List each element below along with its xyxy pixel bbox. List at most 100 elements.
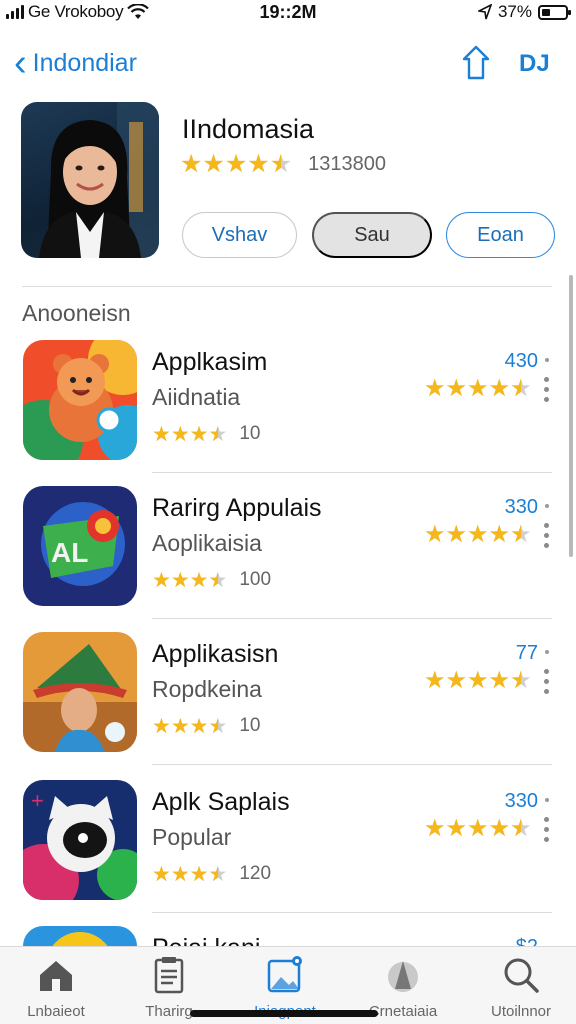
list-item[interactable]: AL Rarirg Appulais Aoplikaisia ★★★★★★★★ …: [0, 486, 576, 633]
svg-text:AL: AL: [51, 537, 88, 568]
star-icon: ★★: [269, 150, 293, 178]
star-icon: ★★: [170, 862, 190, 886]
more-icon[interactable]: [544, 523, 549, 548]
more-icon[interactable]: [544, 817, 549, 842]
star-icon: ★★: [189, 422, 209, 446]
back-button[interactable]: ‹ Indondiar: [14, 44, 137, 82]
star-icon: ★★: [170, 568, 190, 592]
tab-home[interactable]: Lnbaieot: [1, 955, 111, 1020]
row-divider: [152, 618, 552, 619]
divider: [22, 286, 552, 287]
rating-stars: ★★★★★★★★: [152, 570, 227, 591]
star-icon: ★★: [247, 150, 270, 178]
row-divider: [152, 764, 552, 765]
app-rating: ★★★★★★★★★★ 1313800: [180, 152, 386, 177]
battery-percent: 37%: [497, 2, 532, 21]
list-item[interactable]: Applkasim Aiidnatia ★★★★★★★★ 10 430 ★★★★…: [0, 340, 576, 487]
rating-stars: ★★★★★★★★: [152, 424, 227, 445]
star-icon: ★★: [467, 521, 489, 548]
list-item[interactable]: Applikasisn Ropdkeina ★★★★★★★★ 10 77 ★★★…: [0, 632, 576, 779]
app-price[interactable]: 430: [505, 350, 538, 373]
star-icon: ★★: [510, 667, 532, 694]
nav-action-button[interactable]: DJ: [519, 50, 550, 78]
star-icon: ★★: [208, 862, 228, 886]
rating-stars: ★★★★★★★★★★: [180, 152, 292, 177]
star-icon: ★★: [510, 375, 532, 402]
star-icon: ★★: [189, 862, 209, 886]
star-icon: ★★: [208, 714, 228, 738]
woman-portrait-icon: [23, 632, 137, 752]
star-icon: ★★: [488, 667, 511, 694]
row-divider: [152, 912, 552, 913]
home-indicator[interactable]: [190, 1010, 378, 1017]
share-button[interactable]: [458, 44, 494, 82]
star-icon: ★★: [152, 714, 171, 738]
star-icon: ★★: [152, 422, 171, 446]
header-button-2[interactable]: Sau: [312, 212, 432, 258]
back-label: Indondiar: [32, 48, 137, 77]
featured-app-image: [21, 102, 159, 258]
rating-count: 100: [239, 569, 272, 590]
rating-stars: ★★★★★★★★: [152, 716, 227, 737]
price-dot: [545, 358, 549, 362]
star-icon: ★★: [180, 150, 203, 178]
battery-fill: [542, 8, 551, 16]
star-icon: ★★: [424, 521, 446, 548]
star-icon: ★★: [189, 568, 209, 592]
star-icon: ★★: [424, 667, 446, 694]
star-icon: ★★: [467, 815, 489, 842]
app-title: IIndomasia: [182, 114, 315, 144]
star-icon: ★★: [170, 714, 190, 738]
home-icon: [36, 955, 76, 995]
share-icon: [462, 45, 490, 80]
star-icon: ★★: [445, 815, 468, 842]
rating-count: 10: [239, 423, 261, 444]
star-icon: ★★: [510, 521, 532, 548]
status-bar: Ge Vrokoboy 19::2M 37%: [0, 0, 576, 26]
star-icon: ★★: [170, 422, 190, 446]
app-rating: ★★★★★★★★ 120: [152, 863, 271, 885]
app-rating: ★★★★★★★★ 100: [152, 569, 271, 591]
star-icon: ★★: [488, 521, 511, 548]
rating-count: 1313800: [308, 153, 386, 175]
star-icon: ★★: [488, 375, 511, 402]
star-icon: ★★: [202, 150, 225, 178]
more-icon[interactable]: [544, 377, 549, 402]
list-item[interactable]: + Aplk Saplais Popular ★★★★★★★★ 120 330 …: [0, 780, 576, 927]
app-price[interactable]: 330: [505, 496, 538, 519]
star-icon: ★★: [445, 375, 468, 402]
location-icon: [477, 4, 492, 20]
tab-search[interactable]: Utoilnnor: [466, 955, 576, 1020]
more-icon[interactable]: [544, 669, 549, 694]
section-title: Anooneisn: [22, 300, 131, 326]
price-dot: [545, 650, 549, 654]
star-icon: ★★: [208, 422, 228, 446]
star-icon: ★★: [152, 568, 171, 592]
app-name: Applikasisn: [152, 640, 279, 668]
row-divider: [152, 472, 552, 473]
ninja-cat-icon: +: [23, 780, 137, 900]
app-subtitle: Ropdkeina: [152, 676, 262, 702]
right-rating-stars: ★★★★★★★★★★: [424, 669, 532, 693]
rating-count: 120: [239, 863, 272, 884]
right-rating-stars: ★★★★★★★★★★: [424, 377, 532, 401]
app-subtitle: Popular: [152, 824, 232, 850]
ai-logo-icon: AL: [23, 486, 137, 606]
right-stars: ★★★★★★★★★★: [424, 669, 532, 693]
right-stars: ★★★★★★★★★★: [424, 377, 532, 401]
star-icon: ★★: [152, 862, 171, 886]
app-rating: ★★★★★★★★ 10: [152, 423, 260, 445]
star-icon: ★★: [424, 375, 446, 402]
header-button-3[interactable]: Eoan: [446, 212, 555, 258]
star-icon: ★★: [510, 815, 532, 842]
document-icon: [149, 955, 189, 995]
cartoon-bear-icon: [23, 340, 137, 460]
app-price[interactable]: 77: [516, 642, 538, 665]
app-name: Applkasim: [152, 348, 268, 376]
rating-stars: ★★★★★★★★: [152, 864, 227, 885]
right-rating-stars: ★★★★★★★★★★: [424, 817, 532, 841]
price-dot: [545, 504, 549, 508]
app-price[interactable]: 330: [505, 790, 538, 813]
header-button-1[interactable]: Vshav: [182, 212, 297, 258]
app-subtitle: Aoplikaisia: [152, 530, 262, 556]
